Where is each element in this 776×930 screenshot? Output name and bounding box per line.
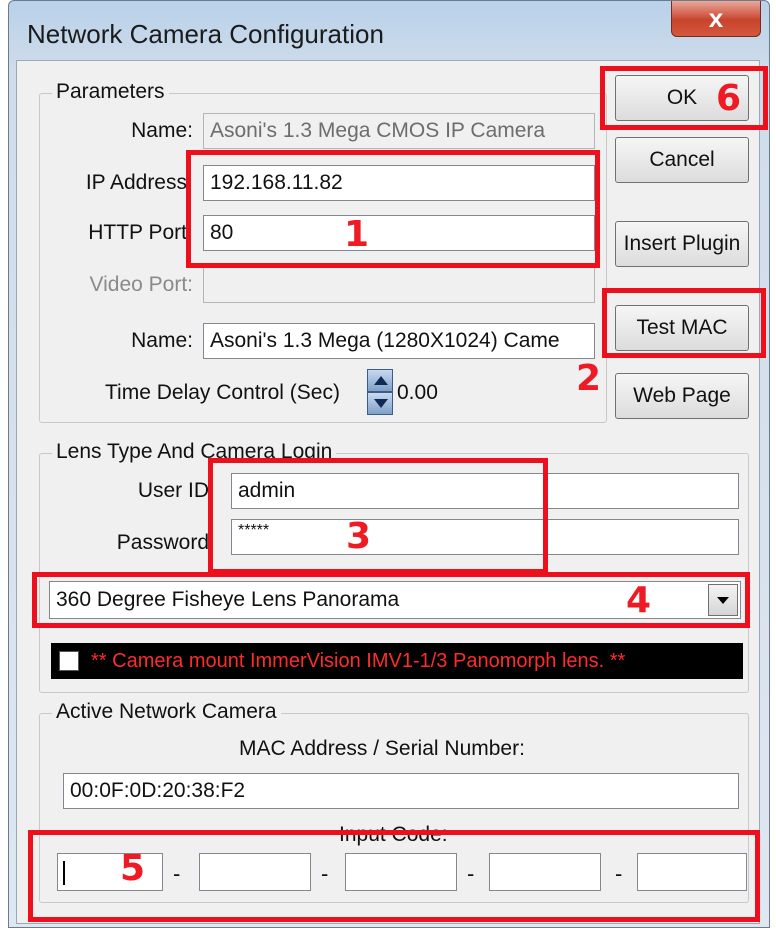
annotation-number-6: 6 xyxy=(716,78,742,119)
immervision-checkbox[interactable] xyxy=(59,651,79,671)
time-delay-label: Time Delay Control (Sec) xyxy=(105,381,340,404)
annotation-number-2: 2 xyxy=(576,358,602,399)
close-button[interactable]: x xyxy=(671,1,761,37)
parameters-legend: Parameters xyxy=(52,80,169,104)
annotation-number-3: 3 xyxy=(346,516,372,557)
camera-model-field[interactable]: Asoni's 1.3 Mega (1280X1024) Came xyxy=(203,323,595,359)
spin-down-button[interactable] xyxy=(367,392,393,415)
arrow-down-icon xyxy=(374,399,388,408)
video-port-label: Video Port: xyxy=(89,273,193,296)
annotation-box-6 xyxy=(600,66,768,130)
annotation-box-2 xyxy=(602,288,766,358)
password-label: Password xyxy=(116,531,209,554)
immervision-bar: ** Camera mount ImmerVision IMV1-1/3 Pan… xyxy=(51,643,743,679)
window-title: Network Camera Configuration xyxy=(27,19,384,49)
insert-plugin-button[interactable]: Insert Plugin xyxy=(615,221,749,267)
annotation-number-5: 5 xyxy=(120,848,146,889)
immervision-text: ** Camera mount ImmerVision IMV1-1/3 Pan… xyxy=(91,650,626,672)
user-id-label: User ID xyxy=(137,479,209,502)
ip-address-label: IP Address xyxy=(85,171,187,194)
spin-up-button[interactable] xyxy=(367,369,393,392)
web-page-button[interactable]: Web Page xyxy=(615,373,749,419)
camera-name-field: Asoni's 1.3 Mega CMOS IP Camera xyxy=(203,113,595,149)
annotation-box-3 xyxy=(208,458,548,574)
arrow-up-icon xyxy=(374,376,388,385)
active-camera-legend: Active Network Camera xyxy=(52,700,281,724)
annotation-number-4: 4 xyxy=(626,580,652,621)
mac-address-field[interactable]: 00:0F:0D:20:38:F2 xyxy=(63,773,739,809)
http-port-label: HTTP Port xyxy=(88,221,187,244)
name2-label: Name: xyxy=(131,329,193,352)
time-delay-spinner[interactable] xyxy=(367,369,393,415)
name-label: Name: xyxy=(131,119,193,142)
annotation-box-1 xyxy=(186,150,600,268)
cancel-button[interactable]: Cancel xyxy=(615,137,749,183)
annotation-number-1: 1 xyxy=(344,214,370,255)
video-port-input xyxy=(203,267,595,303)
time-delay-value: 0.00 xyxy=(397,381,438,404)
mac-address-label: MAC Address / Serial Number: xyxy=(239,737,525,760)
title-bar[interactable]: Network Camera Configuration x xyxy=(9,1,769,61)
